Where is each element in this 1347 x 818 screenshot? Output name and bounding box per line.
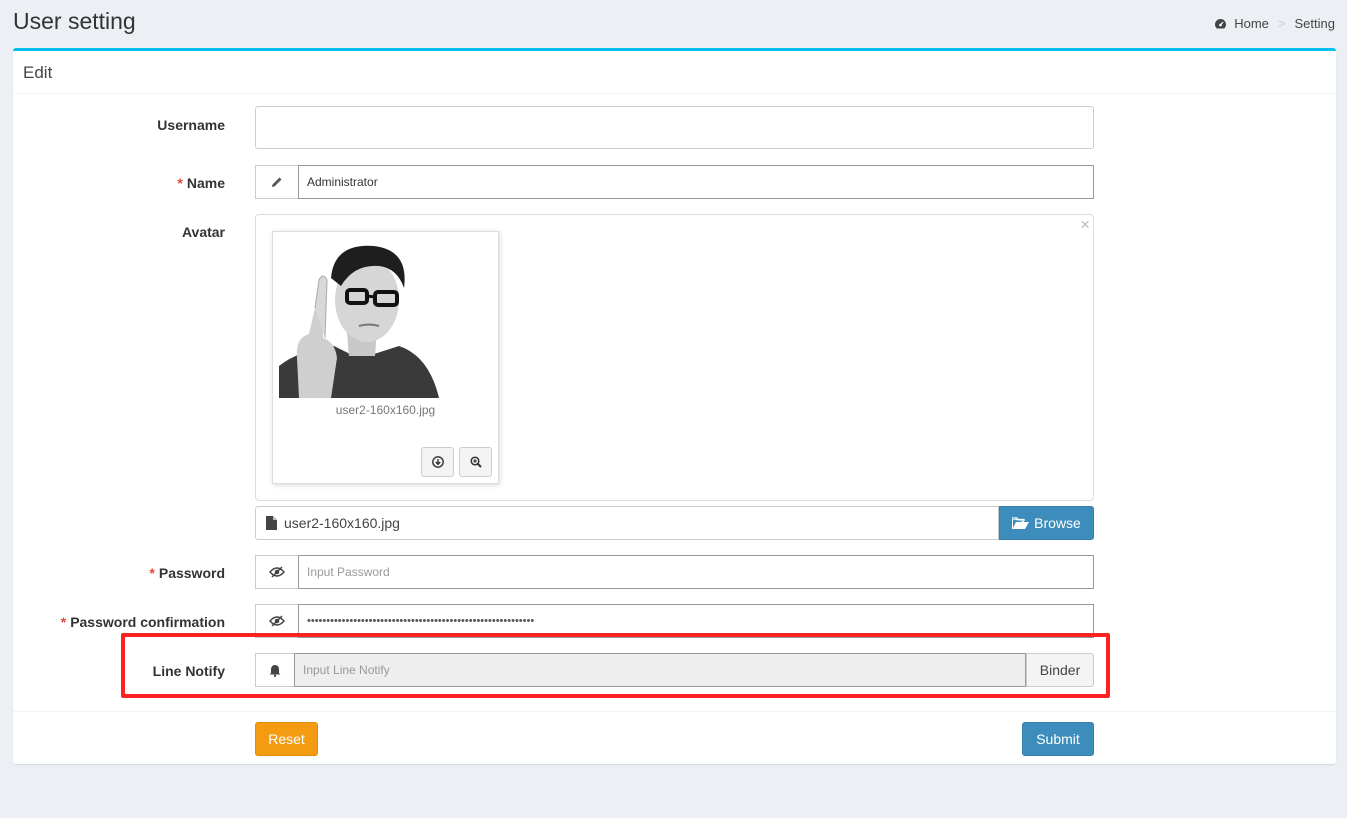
eye-slash-icon[interactable] [255,604,298,638]
avatar-label: Avatar [181,224,225,240]
folder-open-icon [1012,516,1030,529]
breadcrumb: Home > Setting [1214,16,1335,31]
box-title: Edit [13,51,1336,94]
password-confirmation-input-group: ••••••••••••••••••••••••••••••••••••••••… [255,604,1094,638]
password-confirmation-field[interactable]: ••••••••••••••••••••••••••••••••••••••••… [298,604,1094,638]
username-label: Username [157,117,225,133]
file-name-display[interactable]: user2-160x160.jpg [255,506,999,540]
required-marker: * [149,565,155,581]
page-title: User setting [13,8,136,34]
avatar-preview-zone: × user2-160x160.jpg [255,214,1094,501]
line-notify-field[interactable]: Input Line Notify [294,653,1026,687]
footer-divider [13,711,1336,712]
close-icon[interactable]: × [1080,215,1090,235]
required-marker: * [60,614,67,630]
password-label: * Password [149,565,225,581]
line-notify-input-group: Input Line Notify Binder [255,653,1094,687]
avatar-file-input-group: user2-160x160.jpg Browse [255,506,1094,540]
password-input-group: Input Password [255,555,1094,589]
file-icon [266,516,277,530]
line-notify-label: Line Notify [152,663,225,679]
breadcrumb-home-link[interactable]: Home [1234,16,1269,31]
avatar-thumbnail: user2-160x160.jpg [272,231,499,484]
breadcrumb-separator: > [1277,16,1286,31]
required-marker: * [177,175,183,191]
download-button[interactable] [421,447,454,477]
zoom-in-icon [469,456,482,468]
submit-button[interactable]: Submit [1022,722,1094,756]
name-label: * Name [177,175,225,191]
edit-box: Edit Username * Name Administrator Avatar… [13,48,1336,764]
browse-button[interactable]: Browse [999,506,1094,540]
binder-button[interactable]: Binder [1026,653,1094,687]
username-field[interactable] [255,106,1094,149]
zoom-button[interactable] [459,447,492,477]
password-confirmation-label: * Password confirmation [60,614,225,630]
download-icon [431,456,444,468]
eye-slash-icon[interactable] [255,555,298,589]
name-field[interactable]: Administrator [298,165,1094,199]
avatar-image [279,238,492,398]
avatar-caption: user2-160x160.jpg [335,403,436,417]
name-input-group: Administrator [255,165,1094,199]
dashboard-icon [1215,18,1227,28]
pencil-icon [255,165,298,199]
reset-button[interactable]: Reset [255,722,318,756]
breadcrumb-current: Setting [1294,16,1335,31]
bell-icon [255,653,294,687]
password-field[interactable]: Input Password [298,555,1094,589]
